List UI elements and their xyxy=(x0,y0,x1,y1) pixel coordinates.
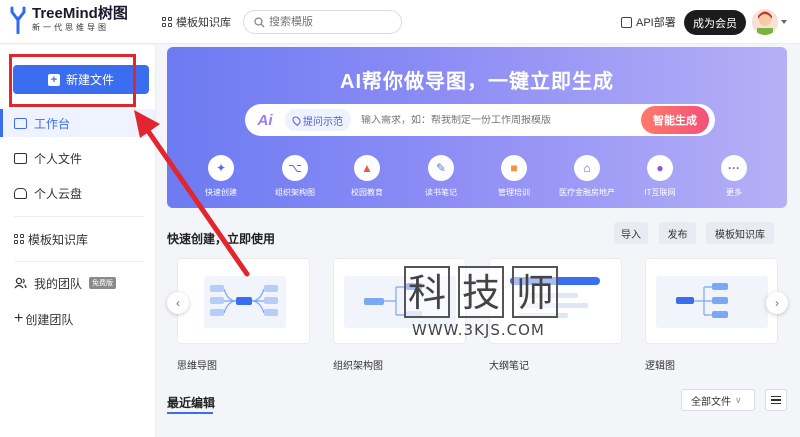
template-library-link[interactable]: 模板知识库 xyxy=(162,14,231,30)
template-card-logic-chart[interactable] xyxy=(645,258,778,344)
location-pin-icon xyxy=(290,114,303,126)
org-chart-icon: ⌥ xyxy=(282,155,308,181)
chevron-down-icon: ∨ xyxy=(735,394,742,405)
quick-create-title: 快速创建，立即使用 xyxy=(167,232,276,246)
category-education[interactable]: ▲ 校园教育 xyxy=(327,155,407,198)
cloud-drive-icon xyxy=(14,187,27,199)
top-bar: TreeMind树图 新一代思维导图 模板知识库 API部署 成为会员 xyxy=(0,0,800,44)
category-it-internet[interactable]: ● IT互联网 xyxy=(620,155,700,198)
notebook-icon: ✎ xyxy=(428,155,454,181)
sidebar-item-cloud-drive[interactable]: 个人云盘 xyxy=(0,179,155,207)
free-version-badge: 免费版 xyxy=(89,277,117,289)
card-label-outline-notes: 大纲笔记 xyxy=(489,361,529,372)
team-icon xyxy=(14,277,27,289)
chevron-left-icon: ‹ xyxy=(176,296,180,310)
generate-button[interactable]: 智能生成 xyxy=(641,106,709,134)
chevron-down-icon[interactable] xyxy=(781,20,787,24)
watermark-url: WWW.3KJS.COM xyxy=(412,321,545,339)
ai-logo: Ai xyxy=(257,111,273,129)
logic-chart-thumbnail xyxy=(656,276,768,328)
list-view-button[interactable] xyxy=(765,389,787,411)
example-chip[interactable]: 提问示范 xyxy=(285,109,351,131)
card-label-mindmap: 思维导图 xyxy=(177,361,217,372)
active-tab-underline xyxy=(167,412,213,414)
api-deploy-link[interactable]: API部署 xyxy=(621,14,676,30)
category-label: 更多 xyxy=(726,188,742,197)
category-quick-create[interactable]: ✦ 快速创建 xyxy=(181,155,261,198)
carousel-next-button[interactable]: › xyxy=(766,292,788,314)
watermark-char: 师 xyxy=(512,266,558,318)
logo-title: TreeMind树图 xyxy=(32,5,128,22)
watermark: 科 技 师 WWW.3KJS.COM xyxy=(404,266,564,346)
divider xyxy=(14,216,144,217)
become-member-button[interactable]: 成为会员 xyxy=(684,10,746,35)
template-library-label: 模板知识库 xyxy=(176,17,231,29)
sidebar-item-label: 我的团队 xyxy=(34,276,83,291)
avatar[interactable] xyxy=(752,9,778,35)
file-filter-select[interactable]: 全部文件 ∨ xyxy=(681,389,755,411)
template-library-button[interactable]: 模板知识库 xyxy=(706,222,774,244)
ai-prompt-input[interactable] xyxy=(361,114,621,126)
tree-logo-icon xyxy=(10,6,26,34)
category-medical-finance-realestate[interactable]: ⌂ 医疗金融房地产 xyxy=(547,155,627,198)
divider xyxy=(14,261,144,262)
grid-icon xyxy=(162,17,172,27)
sidebar-item-label: 模板知识库 xyxy=(28,232,89,247)
ai-banner: AI帮你做导图，一键立即生成 Ai 提问示范 智能生成 ✦ 快速创建 ⌥ 组织架… xyxy=(167,47,787,208)
folder-icon xyxy=(14,152,27,164)
chevron-right-icon: › xyxy=(775,296,779,310)
category-label: 读书笔记 xyxy=(425,188,457,197)
category-org-chart[interactable]: ⌥ 组织架构图 xyxy=(255,155,335,198)
rocket-icon: ✦ xyxy=(208,155,234,181)
logo-subtitle: 新一代思维导图 xyxy=(32,23,109,32)
card-label-org-chart: 组织架构图 xyxy=(333,361,383,372)
category-label: 医疗金融房地产 xyxy=(559,188,615,197)
watermark-char: 技 xyxy=(458,266,504,318)
sidebar-item-label: 工作台 xyxy=(34,116,71,131)
search-input[interactable] xyxy=(269,16,389,28)
sidebar-item-personal-files[interactable]: 个人文件 xyxy=(0,144,155,172)
watermark-char: 科 xyxy=(404,266,450,318)
recent-edits-tab[interactable]: 最近编辑 xyxy=(167,394,215,411)
carousel-prev-button[interactable]: ‹ xyxy=(167,292,189,314)
sidebar-item-label: 个人云盘 xyxy=(34,186,83,201)
mindmap-thumbnail xyxy=(204,276,286,328)
api-label: API部署 xyxy=(636,17,676,29)
avatar-image xyxy=(752,9,778,35)
search-box[interactable] xyxy=(243,10,402,34)
sidebar-item-workbench[interactable]: 工作台 xyxy=(0,109,155,137)
grid-icon xyxy=(14,234,24,244)
briefcase-icon: ■ xyxy=(501,155,527,181)
category-label: 快速创建 xyxy=(205,188,237,197)
api-icon xyxy=(621,16,632,28)
annotation-highlight-box xyxy=(9,54,136,107)
category-label: 管理培训 xyxy=(498,188,530,197)
banner-title: AI帮你做导图，一键立即生成 xyxy=(340,71,614,93)
card-label-logic-chart: 逻辑图 xyxy=(645,361,675,372)
category-more[interactable]: ··· 更多 xyxy=(694,155,774,198)
building-icon: ⌂ xyxy=(574,155,600,181)
category-management-training[interactable]: ■ 管理培训 xyxy=(474,155,554,198)
category-reading-notes[interactable]: ✎ 读书笔记 xyxy=(401,155,481,198)
graduation-cap-icon: ▲ xyxy=(354,155,380,181)
sidebar-item-create-team[interactable]: + 创建团队 xyxy=(0,305,155,333)
more-icon: ··· xyxy=(721,155,747,181)
category-label: 组织架构图 xyxy=(275,188,315,197)
sidebar-item-my-team[interactable]: 我的团队 免费版 xyxy=(0,269,155,297)
logo[interactable]: TreeMind树图 新一代思维导图 xyxy=(8,6,128,34)
template-card-mindmap[interactable] xyxy=(177,258,310,344)
monitor-icon xyxy=(14,117,27,129)
sidebar-item-template-library[interactable]: 模板知识库 xyxy=(0,225,155,253)
publish-button[interactable]: 发布 xyxy=(659,222,696,244)
example-chip-label: 提问示范 xyxy=(303,116,343,128)
plus-icon: + xyxy=(14,310,24,327)
file-filter-value: 全部文件 xyxy=(691,396,731,408)
category-label: IT互联网 xyxy=(644,188,676,197)
category-label: 校园教育 xyxy=(351,188,383,197)
import-button[interactable]: 导入 xyxy=(614,222,648,244)
search-icon xyxy=(254,16,265,27)
sidebar-item-label: 创建团队 xyxy=(25,312,74,327)
globe-icon: ● xyxy=(647,155,673,181)
sidebar-item-label: 个人文件 xyxy=(34,151,83,166)
